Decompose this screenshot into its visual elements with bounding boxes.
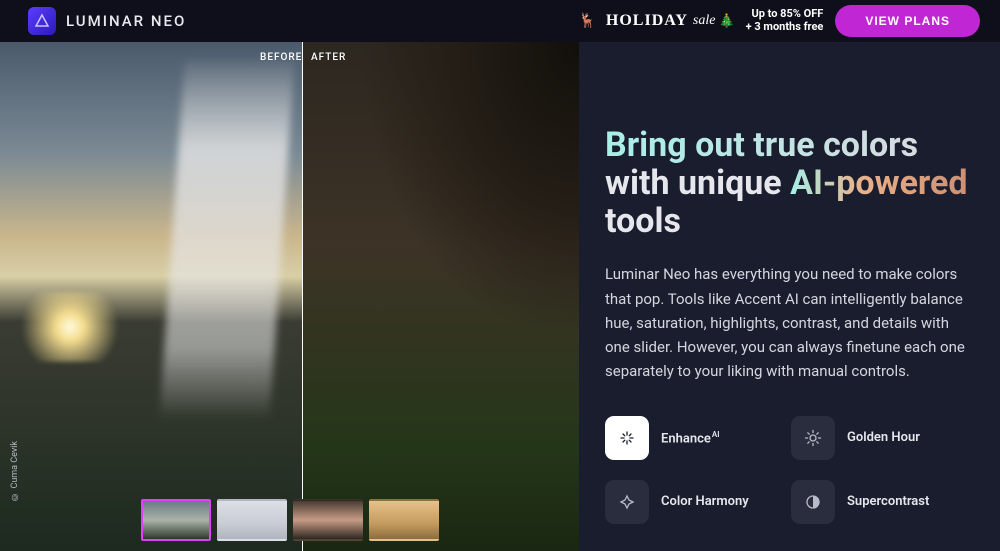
feature-enhance-ai[interactable]: EnhanceAI	[605, 416, 779, 460]
feature-label: Golden Hour	[847, 430, 920, 445]
content-column: Bring out true colors with unique AI-pow…	[579, 42, 1000, 551]
sparkle-icon	[605, 416, 649, 460]
contrast-icon	[791, 480, 835, 524]
before-label: BEFORE	[260, 52, 302, 63]
compare-divider-handle[interactable]	[302, 42, 303, 551]
before-after-compare[interactable]: BEFORE AFTER © Cuma Cevik	[0, 42, 579, 551]
header: LUMINAR NEO 🦌 HOLIDAY sale 🎄 Up to 85% O…	[0, 0, 1000, 42]
photo-credit: © Cuma Cevik	[10, 441, 20, 501]
holiday-sale-text: HOLIDAY sale 🎄	[606, 12, 736, 30]
tree-icon: 🎄	[718, 13, 735, 29]
after-label: AFTER	[311, 52, 346, 63]
feature-golden-hour[interactable]: Golden Hour	[791, 416, 965, 460]
page-headline: Bring out true colors with unique AI-pow…	[605, 126, 968, 240]
body-copy: Luminar Neo has everything you need to m…	[605, 262, 965, 383]
feature-supercontrast[interactable]: Supercontrast	[791, 480, 965, 524]
feature-grid: EnhanceAI Golden Hour Color Harmony Supe…	[605, 416, 965, 524]
sun-icon	[791, 416, 835, 460]
thumbnail-1[interactable]	[141, 499, 211, 541]
feature-label: Supercontrast	[847, 494, 929, 509]
feature-color-harmony[interactable]: Color Harmony	[605, 480, 779, 524]
promo-lines: Up to 85% OFF + 3 months free	[746, 8, 824, 33]
logo-triangle-icon	[28, 7, 56, 35]
feature-label: Color Harmony	[661, 494, 749, 509]
before-image	[0, 42, 302, 551]
view-plans-button[interactable]: VIEW PLANS	[835, 5, 980, 37]
reindeer-icon: 🦌	[578, 13, 595, 29]
thumbnail-3[interactable]	[293, 499, 363, 541]
after-image	[302, 42, 579, 551]
feature-label: EnhanceAI	[661, 430, 720, 446]
holiday-promo: 🦌 HOLIDAY sale 🎄 Up to 85% OFF + 3 month…	[578, 8, 823, 33]
thumbnail-strip	[141, 499, 439, 541]
thumbnail-4[interactable]	[369, 499, 439, 541]
main-content: BEFORE AFTER © Cuma Cevik Bring out true…	[0, 42, 1000, 551]
brand-logo[interactable]: LUMINAR NEO	[28, 7, 186, 35]
thumbnail-2[interactable]	[217, 499, 287, 541]
harmony-icon	[605, 480, 649, 524]
brand-name: LUMINAR NEO	[66, 12, 186, 30]
